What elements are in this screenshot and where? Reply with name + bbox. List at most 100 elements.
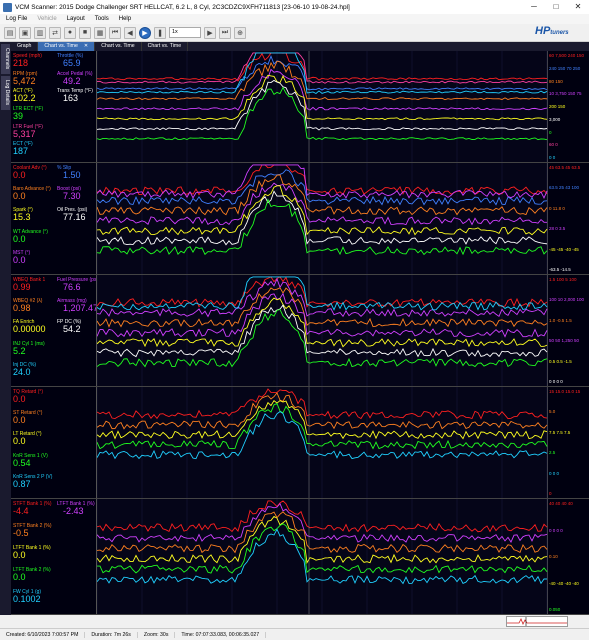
channel-value: 49.2 — [63, 75, 81, 86]
play-icon[interactable]: ▶ — [139, 26, 151, 39]
plot-area[interactable] — [96, 275, 548, 386]
channel-value: 0.0 — [13, 254, 26, 265]
menu-bar: Log File Vehicle Layout Tools Help — [0, 14, 589, 24]
channel-value: 0.99 — [13, 282, 31, 292]
channel-value: 5.2 — [13, 345, 26, 356]
axis-scale: 1.5 100 5 100 100 10 2,000 100 1.0 -0.5 1.… — [548, 275, 589, 386]
connect-icon[interactable]: ⇄ — [49, 26, 61, 39]
channel-value: 5,472 — [13, 75, 36, 86]
menu-layout[interactable]: Layout — [67, 16, 85, 22]
title-bar: VCM Scanner: 2015 Dodge Challenger SRT H… — [0, 0, 589, 14]
scale-label: 63.5 25 43 100 — [549, 185, 580, 191]
step-forward-icon[interactable]: ▶ — [204, 26, 216, 39]
menu-help[interactable]: Help — [119, 16, 131, 22]
scale-label: 0 0 — [549, 155, 556, 160]
app-icon — [3, 2, 12, 12]
scale-label: 0 — [549, 491, 552, 496]
time-scrollbar[interactable] — [0, 615, 589, 628]
axis-scale: 60 7,500 240 150 240 150 70 250 80 150 10 3… — [548, 51, 589, 162]
menu-vehicle: Vehicle — [37, 16, 57, 22]
maximize-button[interactable]: □ — [545, 0, 567, 14]
scale-label: 0.10 — [549, 554, 558, 559]
scale-label: 7.5 7.5 7.5 — [549, 429, 571, 435]
status-bar: Created: 6/10/2023 7:00:57 PM Duration: … — [0, 628, 589, 640]
menu-tools[interactable]: Tools — [95, 16, 109, 22]
channel-value: 0.54 — [13, 457, 31, 468]
channel-value: 0.0 — [13, 394, 26, 404]
channel-value: 0.98 — [13, 303, 31, 314]
channel-value: 54.2 — [63, 324, 81, 335]
scale-label: 28 0 3.5 — [549, 226, 566, 232]
status-created: Created: 6/10/2023 7:00:57 PM — [0, 631, 86, 638]
toolbar: ▤ ▣ ▥ ⇄ ● ■ ▦ ⏮ ◀ ▶ ❚ 1x ▶ ⏭ ⊕ — [0, 24, 589, 42]
channel-value: 76.6 — [63, 282, 81, 292]
tab-chart-vs-time-1[interactable]: Chart vs. Time ✕ — [38, 42, 96, 51]
channel-value: 0.1002 — [13, 594, 41, 604]
chart-area[interactable]: Speed (mph) 218 Throttle (%) 65.9 RPM (rpm) 5… — [11, 51, 589, 615]
side-tab-strip: Channels Log Details — [0, 42, 11, 615]
playback-speed-select[interactable]: 1x — [169, 27, 201, 38]
close-button[interactable]: ✕ — [567, 0, 589, 14]
scale-label: 0 0 0 0 — [549, 527, 563, 533]
plot-area[interactable] — [96, 51, 548, 162]
rewind-icon[interactable]: ⏮ — [109, 26, 121, 39]
step-back-icon[interactable]: ◀ — [124, 26, 136, 39]
chart-pane-4[interactable]: TQ Retard (°) 0.0 ST Retard (°) 0.0 LT Retar… — [11, 387, 589, 499]
plot-area[interactable] — [96, 387, 548, 498]
channel-value: 0.0 — [13, 572, 26, 582]
channel-value: 24.0 — [13, 366, 31, 377]
zoom-icon[interactable]: ⊕ — [234, 26, 246, 39]
channel-value: 0.0 — [13, 191, 26, 202]
scale-label: 0 — [549, 129, 552, 135]
log-overview-minimap[interactable] — [506, 616, 568, 627]
channel-value: 187 — [13, 146, 29, 157]
scale-label: 0 11.8 0 — [549, 205, 565, 211]
minimize-button[interactable]: ─ — [523, 0, 545, 14]
side-tab-log-details[interactable]: Log Details — [1, 76, 10, 110]
tab-label: Chart vs. Time — [44, 43, 78, 49]
channel-value: 0.0 — [13, 436, 26, 447]
scale-label: 5.0 — [549, 409, 556, 415]
tab-chart-vs-time-3[interactable]: Chart vs. Time — [142, 42, 189, 51]
channel-labels: Coolant Adv (°) 0.0% Slip 1.50 Baro Advance… — [11, 163, 95, 274]
scale-label: -40 -40 -40 -40 — [549, 580, 579, 586]
chart-pane-1[interactable]: Speed (mph) 218 Throttle (%) 65.9 RPM (rpm) 5… — [11, 51, 589, 163]
plot-area[interactable] — [96, 163, 548, 274]
channel-value: -2.43 — [63, 506, 84, 516]
chart-pane-5[interactable]: STFT Bank 1 (%) -4.4 LTFT Bank 1 (%) -2.43 S… — [11, 499, 589, 615]
scale-label: 3,000 — [549, 116, 561, 122]
print-icon[interactable]: ▥ — [34, 26, 46, 39]
open-file-icon[interactable]: ▤ — [4, 26, 16, 39]
menu-log-file[interactable]: Log File — [6, 16, 27, 22]
scale-label: -45 -45 -40 -45 — [549, 246, 579, 252]
scale-label: 0 0 0 — [549, 470, 560, 476]
scale-label: 60 7,500 240 150 — [549, 53, 585, 58]
tab-chart-vs-time-2[interactable]: Chart vs. Time — [95, 42, 142, 51]
scale-label: -63.5 -14.5 — [549, 267, 571, 272]
chart-pane-3[interactable]: WBEQ Bank 1 0.99 Fuel Pressure (psi) 76.6 WB… — [11, 275, 589, 387]
pause-icon[interactable]: ❚ — [154, 26, 166, 39]
channel-value: 0.00000 — [13, 324, 46, 335]
channel-value: 39 — [13, 111, 24, 121]
scale-label: 200 150 — [549, 104, 566, 109]
status-duration: Duration: 7m 26s — [85, 631, 138, 638]
record-icon[interactable]: ● — [64, 26, 76, 39]
save-icon[interactable]: ▣ — [19, 26, 31, 39]
layout-icon[interactable]: ▦ — [94, 26, 106, 39]
side-tab-channels[interactable]: Channels — [1, 44, 10, 74]
channel-value: 1,207.47 — [63, 303, 99, 314]
stop-icon[interactable]: ■ — [79, 26, 91, 39]
fast-forward-icon[interactable]: ⏭ — [219, 26, 231, 39]
scale-label: 45 63.5 45 63.5 — [549, 165, 581, 170]
tab-close-icon[interactable]: ✕ — [84, 43, 88, 49]
scale-label: 60 0 — [549, 142, 558, 148]
scale-label: 40 40 40 40 — [549, 501, 573, 506]
plot-area[interactable] — [96, 499, 548, 614]
chart-pane-2[interactable]: Coolant Adv (°) 0.0% Slip 1.50 Baro Advance… — [11, 163, 589, 275]
channel-value: 65.9 — [63, 58, 81, 68]
channel-value: 163 — [63, 93, 79, 104]
channel-value: 0.0 — [13, 233, 26, 244]
tab-graph[interactable]: Graph — [11, 42, 39, 51]
channel-value: -4.4 — [13, 506, 29, 516]
scale-label: 10 3,750 150 75 — [549, 91, 582, 97]
